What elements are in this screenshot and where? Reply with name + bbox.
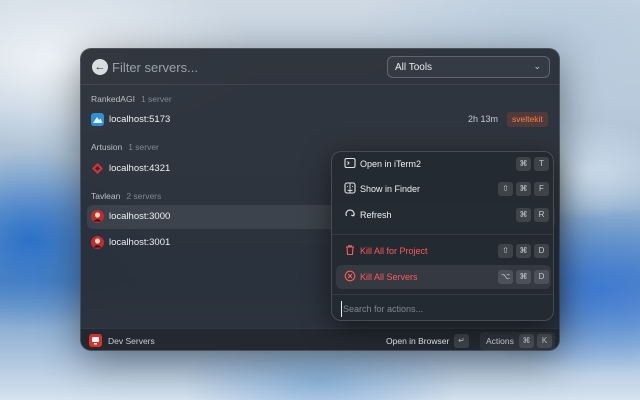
- actions-menu: Open in iTerm2 ⌘ T Show in Finder ⇧ ⌘ F …: [331, 151, 554, 321]
- group-header-tavlean: Tavlean 2 servers: [91, 191, 161, 201]
- server-address: localhost:3000: [109, 211, 171, 222]
- search-bar: ← All Tools ⌄: [81, 49, 559, 85]
- actions-button[interactable]: Actions ⌘ K: [480, 332, 555, 350]
- shift-key-hint: ⇧: [498, 244, 513, 258]
- r-key-hint: R: [534, 208, 549, 222]
- avatar-icon: [91, 236, 104, 249]
- action-label: Open in iTerm2: [360, 159, 422, 169]
- astro-icon: [91, 162, 104, 175]
- back-arrow-icon[interactable]: ←: [92, 59, 108, 75]
- return-key-hint: ↵: [454, 334, 469, 348]
- d-key-hint: D: [534, 270, 549, 284]
- actions-label: Actions: [486, 336, 514, 346]
- action-show-in-finder[interactable]: Show in Finder ⇧ ⌘ F: [336, 177, 551, 201]
- cmd-key-hint: ⌘: [516, 208, 531, 222]
- cmd-key-hint: ⌘: [516, 182, 531, 196]
- close-circle-icon: [344, 270, 356, 282]
- svelte-icon: [91, 113, 104, 126]
- option-key-hint: ⌥: [498, 270, 514, 284]
- search-actions-input[interactable]: [341, 301, 541, 317]
- avatar-icon: [91, 210, 104, 223]
- tool-filter-value: All Tools: [395, 62, 433, 73]
- group-name: Artusion: [91, 142, 123, 152]
- server-row[interactable]: localhost:5173 2h 13m sveltekit: [87, 108, 555, 132]
- filter-servers-input[interactable]: [112, 57, 372, 77]
- t-key-hint: T: [534, 157, 549, 171]
- group-count: 1 server: [128, 142, 159, 152]
- finder-icon: [344, 182, 356, 194]
- chevron-updown-icon: ⌄: [533, 61, 541, 71]
- footer-bar: Dev Servers Open in Browser ↵ Actions ⌘ …: [81, 328, 559, 350]
- server-address: localhost:5173: [109, 114, 171, 125]
- group-count: 1 server: [140, 94, 172, 104]
- cmd-key-hint: ⌘: [519, 334, 534, 348]
- action-kill-all-for-project[interactable]: Kill All for Project ⇧ ⌘ D: [336, 239, 551, 263]
- dev-servers-app-icon: [89, 334, 102, 347]
- server-address: localhost:4321: [109, 163, 171, 174]
- d-key-hint: D: [534, 244, 549, 258]
- menu-divider: [332, 234, 553, 235]
- action-kill-all-servers[interactable]: Kill All Servers ⌥ ⌘ D: [336, 265, 551, 289]
- group-header-rankedagi: RankedAGI 1 server: [91, 94, 172, 104]
- server-uptime: 2h 13m: [468, 114, 499, 124]
- cmd-key-hint: ⌘: [516, 244, 531, 258]
- action-label: Show in Finder: [360, 184, 421, 194]
- group-count: 2 servers: [126, 191, 162, 201]
- tool-filter-dropdown[interactable]: All Tools ⌄: [387, 56, 550, 78]
- trash-icon: [344, 244, 356, 256]
- group-name: Tavlean: [91, 191, 121, 201]
- k-key-hint: K: [537, 334, 552, 348]
- action-refresh[interactable]: Refresh ⌘ R: [336, 203, 551, 227]
- group-name: RankedAGI: [91, 94, 135, 104]
- open-in-browser-button[interactable]: Open in Browser: [386, 336, 449, 346]
- framework-badge: sveltekit: [507, 112, 548, 127]
- action-open-in-iterm[interactable]: Open in iTerm2 ⌘ T: [336, 152, 551, 176]
- shift-key-hint: ⇧: [498, 182, 513, 196]
- terminal-icon: [344, 157, 356, 169]
- action-label: Kill All for Project: [360, 246, 428, 256]
- action-label: Refresh: [360, 210, 392, 220]
- f-key-hint: F: [534, 182, 549, 196]
- cmd-key-hint: ⌘: [516, 157, 531, 171]
- group-header-artusion: Artusion 1 server: [91, 142, 159, 152]
- server-address: localhost:3001: [109, 237, 171, 248]
- cmd-key-hint: ⌘: [516, 270, 531, 284]
- action-label: Kill All Servers: [360, 272, 418, 282]
- app-title: Dev Servers: [108, 336, 155, 346]
- refresh-icon: [344, 208, 356, 220]
- menu-divider: [332, 294, 553, 295]
